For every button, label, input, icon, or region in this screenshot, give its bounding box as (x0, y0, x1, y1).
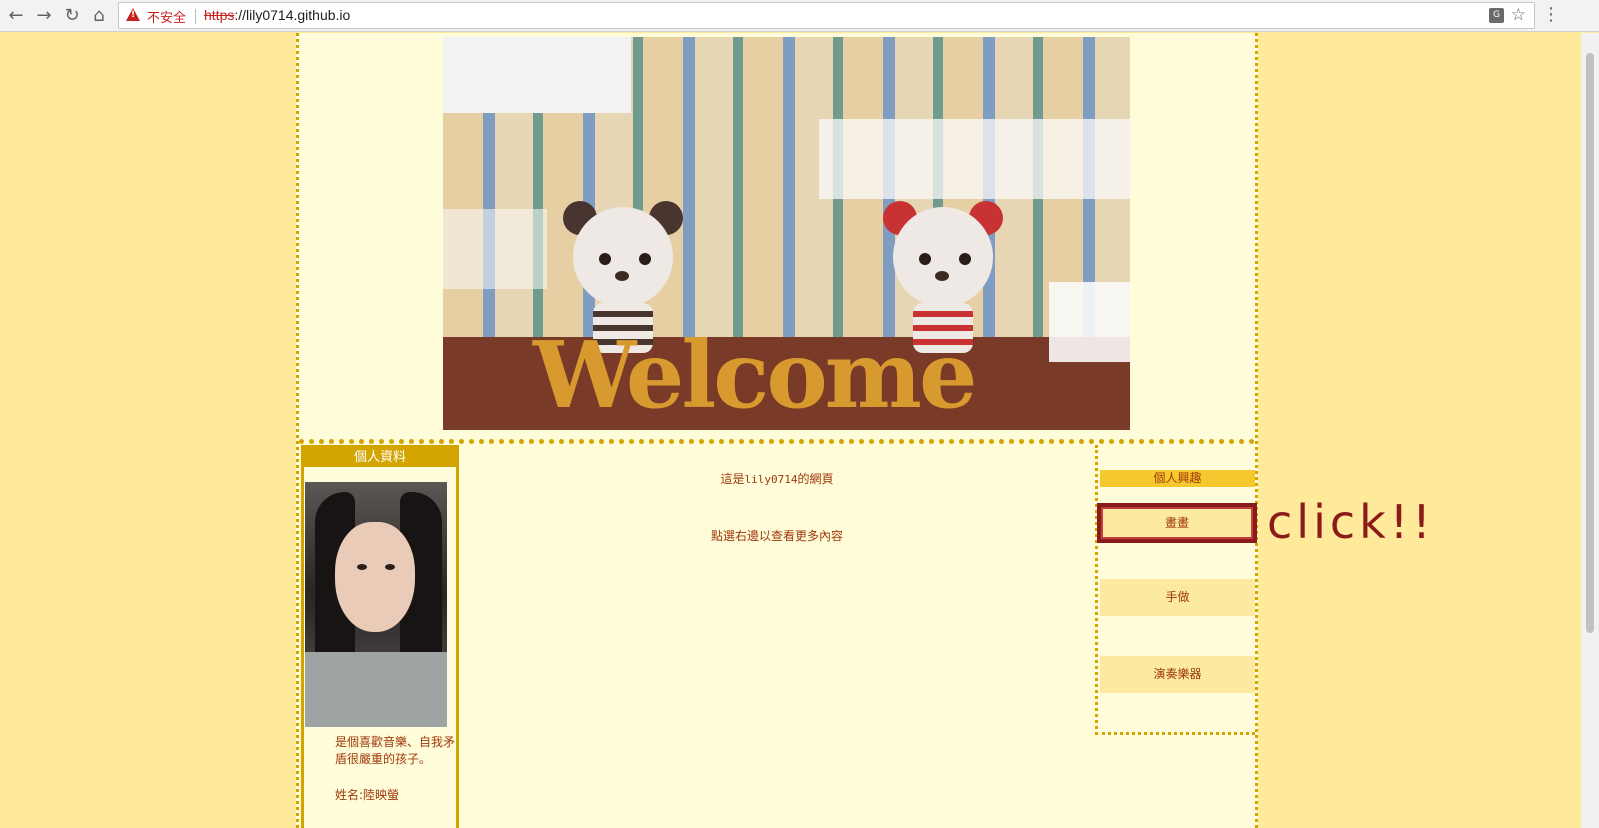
profile-panel: 個人資料 是個喜歡音樂、自我矛盾很嚴重的孩子。 姓名:陸映螢 (301, 445, 459, 828)
url-text[interactable]: https://lily0714.github.io (204, 7, 350, 23)
translate-icon[interactable]: G (1489, 8, 1504, 23)
browser-toolbar: ← → ↻ ⌂ 不安全 https://lily0714.github.io G… (0, 0, 1599, 32)
welcome-banner-image: Welcome (443, 37, 1130, 430)
interest-item-instruments[interactable]: 演奏樂器 (1100, 656, 1255, 693)
interests-header: 個人興趣 (1100, 470, 1255, 487)
banner-fade-block (819, 119, 1130, 199)
section-divider (299, 439, 1255, 444)
intro-prefix: 這是 (720, 472, 745, 486)
click-annotation: click!! (1267, 495, 1435, 549)
banner-fade-block (1049, 282, 1130, 362)
profile-bio: 是個喜歡音樂、自我矛盾很嚴重的孩子。 (335, 735, 456, 766)
interests-panel: 個人興趣 畫畫 手做 演奏樂器 (1095, 445, 1257, 735)
banner-fade-block (443, 209, 547, 289)
profile-name: 姓名:陸映螢 (335, 788, 400, 802)
reload-icon[interactable]: ↻ (60, 4, 84, 28)
home-icon[interactable]: ⌂ (87, 4, 111, 28)
profile-header: 個人資料 (304, 448, 456, 467)
hint-text: 點選右邊以查看更多內容 (710, 529, 843, 543)
interest-item-drawing[interactable]: 畫畫 (1097, 503, 1257, 543)
security-label[interactable]: 不安全 (147, 7, 186, 26)
warning-icon (126, 8, 140, 21)
page-container: Welcome 個人資料 是個喜歡音樂、自我矛盾很嚴重的孩子。 姓名:陸映螢 這… (296, 33, 1258, 828)
profile-photo (305, 482, 447, 727)
url-scheme: https (204, 7, 235, 23)
scrollbar-thumb[interactable] (1586, 53, 1594, 633)
intro-text: 這是lily0714的網頁 (459, 470, 1095, 487)
welcome-text: Welcome (533, 321, 978, 429)
interest-item-handmade[interactable]: 手做 (1100, 579, 1255, 616)
address-bar[interactable]: 不安全 https://lily0714.github.io G ☆ (118, 2, 1535, 29)
url-host: ://lily0714.github.io (234, 7, 351, 23)
intro-username: lily0714 (744, 473, 798, 486)
omnibox-separator (195, 9, 196, 24)
bookmark-star-icon[interactable]: ☆ (1511, 5, 1526, 25)
intro-suffix: 的網頁 (797, 472, 834, 486)
browser-menu-icon[interactable]: ⋮ (1542, 4, 1560, 25)
vertical-scrollbar[interactable] (1581, 33, 1599, 828)
back-icon[interactable]: ← (4, 4, 28, 28)
forward-icon[interactable]: → (32, 4, 56, 28)
banner-fade-block (443, 37, 631, 113)
